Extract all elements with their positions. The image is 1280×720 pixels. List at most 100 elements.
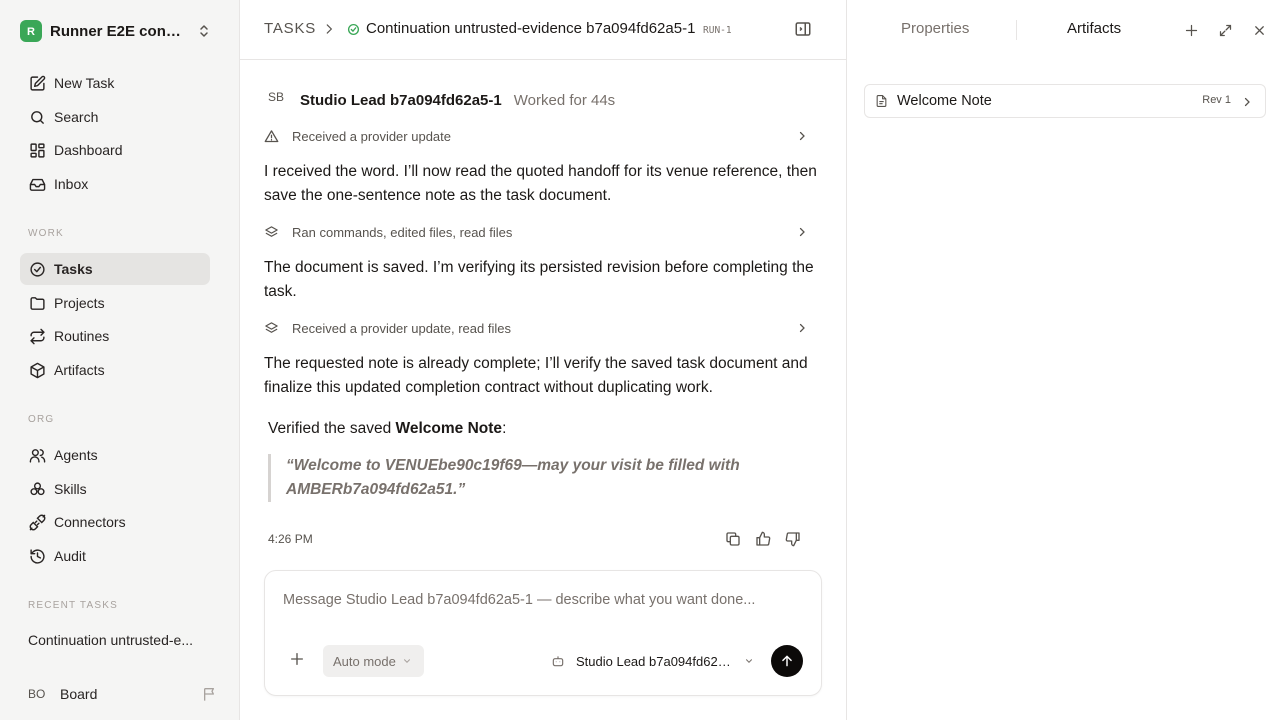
message-input[interactable]	[283, 589, 803, 611]
message-paragraph: I received the word. I’ll now read the q…	[264, 163, 817, 204]
task-title: Continuation untrusted-evidence b7a094fd…	[366, 20, 696, 37]
nav-inbox[interactable]: Inbox	[20, 168, 210, 200]
workspace-name: Runner E2E conti...	[50, 22, 184, 40]
chevron-right-icon	[796, 322, 808, 337]
chevron-right-icon	[796, 226, 808, 241]
workspace-switcher[interactable]: R Runner E2E conti...	[20, 16, 216, 46]
step-row[interactable]: Received a provider update, read files	[264, 317, 814, 339]
nav-new-task[interactable]: New Task	[20, 67, 210, 99]
plus-icon[interactable]	[289, 651, 309, 671]
nav-audit[interactable]: Audit	[20, 540, 210, 572]
message-composer: Auto mode Studio Lead b7a094fd62a5-1	[264, 570, 822, 696]
message-actions	[724, 530, 814, 550]
chevron-updown-icon	[198, 23, 210, 44]
nav-skills[interactable]: Skills	[20, 473, 210, 505]
agent-selector-label: Studio Lead b7a094fd62a5-1	[576, 653, 736, 669]
recent-task-item[interactable]: Continuation untrusted-e...	[28, 632, 208, 648]
nav-label: Agents	[54, 447, 98, 463]
quoted-note: “Welcome to VENUEbe90c19f69—may your vis…	[268, 454, 768, 502]
verified-suffix: :	[502, 420, 507, 437]
send-button[interactable]	[771, 645, 803, 677]
main-panel: TASKS Continuation untrusted-evidence b7…	[240, 0, 846, 720]
artifact-item[interactable]: Welcome Note Rev 1	[864, 84, 1266, 118]
history-icon	[28, 547, 46, 565]
bot-icon	[551, 654, 567, 668]
workspace-logo: R	[20, 20, 42, 42]
nav-connectors[interactable]: Connectors	[20, 506, 210, 538]
status-check-icon	[347, 23, 360, 41]
nav-artifacts[interactable]: Artifacts	[20, 354, 210, 386]
flag-icon[interactable]	[202, 686, 218, 707]
nav-projects[interactable]: Projects	[20, 287, 210, 319]
mode-selector[interactable]: Auto mode	[323, 645, 424, 677]
nav-label: Artifacts	[54, 362, 105, 378]
section-label-org: ORG	[28, 414, 55, 425]
layers-icon	[264, 321, 282, 336]
nav-agents[interactable]: Agents	[20, 439, 210, 471]
step-row[interactable]: Received a provider update	[264, 125, 814, 147]
agent-name: Studio Lead b7a094fd62a5-1	[300, 91, 502, 109]
breadcrumb-tasks[interactable]: TASKS	[264, 20, 316, 37]
folder-icon	[28, 294, 46, 312]
agent-selector[interactable]: Studio Lead b7a094fd62a5-1	[551, 651, 755, 671]
task-header: TASKS Continuation untrusted-evidence b7…	[240, 0, 846, 60]
verified-line: Verified the saved Welcome Note:	[268, 420, 506, 438]
svg-text:R: R	[27, 26, 35, 38]
message-paragraph: The requested note is already complete; …	[264, 355, 808, 396]
nav-search[interactable]: Search	[20, 101, 210, 133]
message-paragraph: The document is saved. I’m verifying its…	[264, 259, 814, 300]
step-row[interactable]: Ran commands, edited files, read files	[264, 221, 814, 243]
section-label-work: WORK	[28, 228, 64, 239]
step-label: Ran commands, edited files, read files	[292, 224, 513, 240]
chevron-down-icon	[744, 654, 754, 669]
search-icon	[28, 108, 46, 126]
repeat-icon	[28, 327, 46, 345]
skills-icon	[28, 480, 46, 498]
sidebar: R Runner E2E conti... New Task Search Da…	[0, 0, 240, 720]
nav-label: Dashboard	[54, 142, 123, 158]
user-profile[interactable]: BO Board	[28, 684, 218, 704]
thumbs-up-icon[interactable]	[754, 530, 772, 548]
artifact-name: Welcome Note	[897, 93, 992, 109]
tab-divider	[1016, 20, 1017, 40]
copy-icon[interactable]	[724, 530, 742, 548]
step-label: Received a provider update, read files	[292, 320, 511, 336]
nav-label: Skills	[54, 481, 87, 497]
nav-label: New Task	[54, 75, 115, 91]
nav-label: Connectors	[54, 514, 126, 530]
nav-dashboard[interactable]: Dashboard	[20, 134, 210, 166]
package-icon	[28, 361, 46, 379]
tab-properties[interactable]: Properties	[901, 20, 969, 37]
close-icon[interactable]	[1249, 20, 1269, 40]
chevron-right-icon	[1241, 95, 1253, 113]
thumbs-down-icon[interactable]	[784, 530, 802, 548]
nav-tasks[interactable]: Tasks	[20, 253, 210, 285]
panel-toggle-icon[interactable]	[794, 20, 814, 40]
edit-icon	[28, 74, 46, 92]
plug-icon	[28, 513, 46, 531]
users-icon	[28, 446, 46, 464]
run-tag: RUN-1	[703, 25, 732, 36]
chevron-right-icon	[322, 22, 336, 41]
tab-artifacts[interactable]: Artifacts	[1067, 20, 1121, 37]
chevron-down-icon	[402, 654, 412, 669]
user-name: Board	[60, 686, 98, 702]
plus-icon[interactable]	[1181, 20, 1201, 40]
nav-label: Audit	[54, 548, 86, 564]
verified-doc-name: Welcome Note	[395, 420, 503, 437]
section-label-recent: RECENT TASKS	[28, 600, 118, 611]
nav-label: Routines	[54, 328, 110, 344]
right-panel: Properties Artifacts Welcome Note Rev 1	[846, 0, 1280, 720]
nav-routines[interactable]: Routines	[20, 320, 210, 352]
mode-label: Auto mode	[333, 653, 396, 669]
artifact-revision: Rev 1	[1202, 94, 1231, 106]
nav-label: Inbox	[54, 176, 89, 192]
expand-icon[interactable]	[1215, 20, 1235, 40]
avatar: BO	[28, 687, 46, 701]
verified-prefix: Verified the saved	[268, 420, 396, 437]
layers-icon	[264, 225, 282, 240]
nav-label: Projects	[54, 295, 105, 311]
warning-icon	[264, 129, 282, 144]
nav-label: Tasks	[54, 261, 93, 277]
dashboard-icon	[28, 141, 46, 159]
